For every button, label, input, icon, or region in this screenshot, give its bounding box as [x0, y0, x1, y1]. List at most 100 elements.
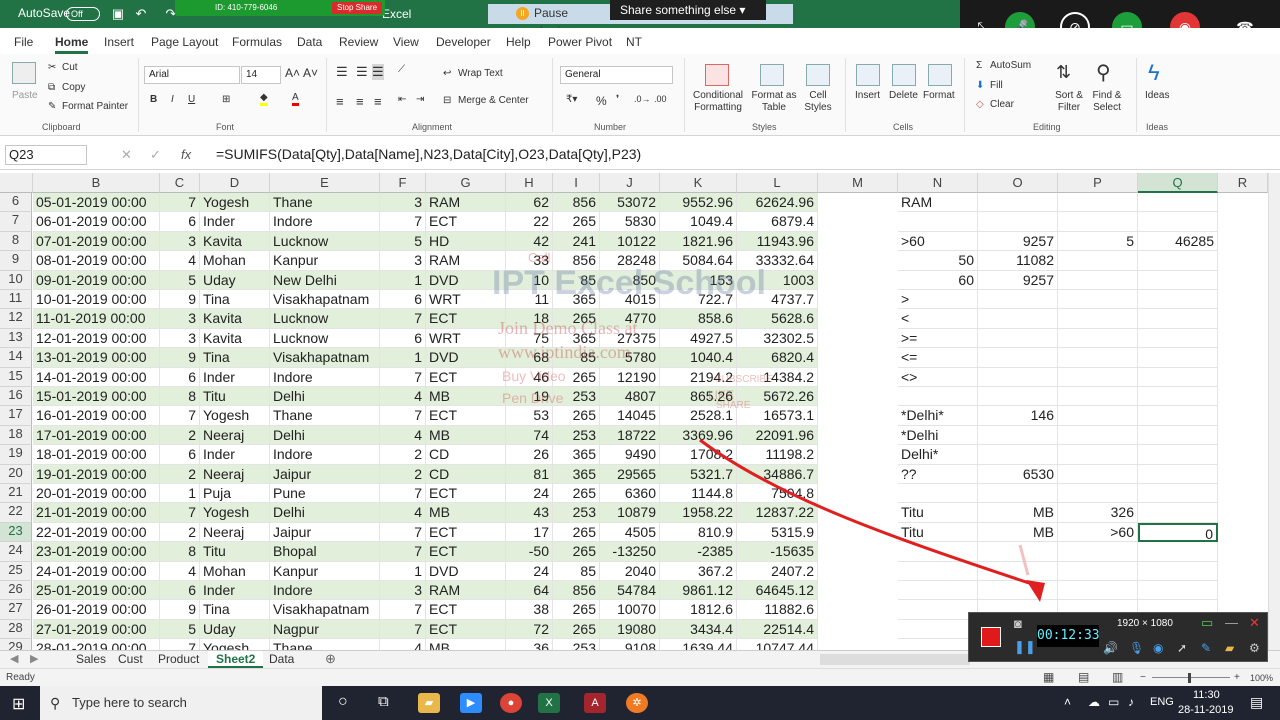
cell-k19[interactable]: 1708.2 [660, 445, 737, 465]
column-header-f[interactable]: F [380, 173, 426, 193]
pause-sharing-button[interactable]: Pause sharing [510, 4, 610, 38]
cell-e13[interactable]: Lucknow [270, 328, 380, 349]
cell-p22[interactable]: 326 [1058, 503, 1138, 523]
tab-page-layout[interactable]: Page Layout [151, 35, 218, 49]
percent-icon[interactable]: % [596, 94, 607, 108]
cell-j24[interactable]: -13250 [600, 542, 660, 562]
cell-q15[interactable] [1138, 367, 1218, 387]
cell-j20[interactable]: 29565 [600, 464, 660, 484]
tab-formulas[interactable]: Formulas [232, 35, 282, 49]
cell-j18[interactable]: 18722 [600, 425, 660, 446]
cell-j23[interactable]: 4505 [600, 522, 660, 543]
cell-q26[interactable] [1138, 581, 1218, 601]
cell-n6[interactable]: RAM [898, 193, 978, 213]
cell-i27[interactable]: 265 [553, 600, 600, 620]
cell-q23[interactable]: 0 [1138, 522, 1218, 543]
cell-c12[interactable]: 3 [160, 309, 200, 329]
cut-button[interactable]: Cut [62, 62, 78, 73]
cell-h22[interactable]: 43 [506, 503, 553, 523]
cell-d13[interactable]: Kavita [200, 328, 270, 349]
cell-d16[interactable]: Titu [200, 387, 270, 407]
cell-h29[interactable]: 36 [506, 639, 553, 650]
cell-g21[interactable]: ECT [426, 484, 506, 504]
cell-q7[interactable] [1138, 212, 1218, 232]
cell-q17[interactable] [1138, 406, 1218, 426]
cell-e18[interactable]: Delhi [270, 425, 380, 446]
cell-c17[interactable]: 7 [160, 406, 200, 426]
cell-n18[interactable]: *Delhi [898, 425, 978, 446]
cell-n24[interactable] [898, 542, 978, 562]
cell-n26[interactable] [898, 581, 978, 601]
row-header[interactable]: 16 [0, 387, 32, 407]
cell-k27[interactable]: 1812.6 [660, 600, 737, 620]
clock-date[interactable]: 28-11-2019 [1178, 704, 1233, 716]
cell-c18[interactable]: 2 [160, 425, 200, 446]
cell-f8[interactable]: 5 [380, 231, 426, 252]
cell-n9[interactable]: 50 [898, 251, 978, 271]
cell-c9[interactable]: 4 [160, 251, 200, 271]
cell-p21[interactable] [1058, 484, 1138, 504]
format-as-table-button[interactable]: Format as Table [748, 90, 800, 114]
mic-icon[interactable]: 🎙 [1129, 641, 1144, 655]
cell-p25[interactable] [1058, 561, 1138, 581]
cell-l17[interactable]: 16573.1 [737, 406, 818, 426]
cell-l28[interactable]: 22514.4 [737, 619, 818, 640]
cell-o17[interactable]: 146 [978, 406, 1058, 426]
cell-c28[interactable]: 5 [160, 619, 200, 640]
cell-c8[interactable]: 3 [160, 231, 200, 252]
cell-q22[interactable] [1138, 503, 1218, 523]
row-header[interactable]: 25 [0, 561, 32, 581]
cell-l27[interactable]: 11882.6 [737, 600, 818, 620]
cell-k23[interactable]: 810.9 [660, 522, 737, 543]
align-right-icon[interactable]: ≡ [374, 94, 382, 109]
indent-icon[interactable]: ⇤ [398, 94, 406, 105]
column-header-l[interactable]: L [737, 173, 818, 193]
cell-g12[interactable]: ECT [426, 309, 506, 329]
cell-e7[interactable]: Indore [270, 212, 380, 232]
number-format-dropdown[interactable]: General [560, 66, 673, 84]
cell-l22[interactable]: 12837.22 [737, 503, 818, 523]
cell-j29[interactable]: 9108 [600, 639, 660, 650]
column-header-r[interactable]: R [1218, 173, 1268, 193]
cell-g17[interactable]: ECT [426, 406, 506, 426]
cell-j11[interactable]: 4015 [600, 290, 660, 310]
cell-n11[interactable]: > [898, 290, 978, 310]
cell-h7[interactable]: 22 [506, 212, 553, 232]
align-left-icon[interactable]: ≡ [336, 94, 344, 109]
cell-n10[interactable]: 60 [898, 270, 978, 290]
cell-f23[interactable]: 7 [380, 522, 426, 543]
cell-d27[interactable]: Tina [200, 600, 270, 620]
cell-g8[interactable]: HD [426, 231, 506, 252]
cell-f6[interactable]: 3 [380, 193, 426, 213]
network-icon[interactable]: ▭ [1108, 695, 1119, 709]
cell-c25[interactable]: 4 [160, 561, 200, 581]
find-select-button[interactable]: Find & Select [1088, 90, 1126, 114]
cell-c14[interactable]: 9 [160, 348, 200, 368]
cell-l10[interactable]: 1003 [737, 270, 818, 290]
language-indicator[interactable]: ENG [1150, 696, 1174, 708]
cell-d12[interactable]: Kavita [200, 309, 270, 329]
cell-e15[interactable]: Indore [270, 367, 380, 387]
cell-d11[interactable]: Tina [200, 290, 270, 310]
cell-q19[interactable] [1138, 445, 1218, 465]
cell-b17[interactable]: 16-01-2019 00:00 [33, 406, 160, 426]
cell-d7[interactable]: Inder [200, 212, 270, 232]
cell-p26[interactable] [1058, 581, 1138, 601]
paste-button[interactable]: Paste [12, 90, 38, 101]
taskbar-search-input[interactable]: ⚲ Type here to search [40, 686, 322, 720]
cell-g19[interactable]: CD [426, 445, 506, 465]
cell-i16[interactable]: 253 [553, 387, 600, 407]
cell-c16[interactable]: 8 [160, 387, 200, 407]
share-something-else-button[interactable]: Share something else ▾ [610, 0, 766, 20]
cell-c11[interactable]: 9 [160, 290, 200, 310]
settings-icon[interactable]: ⚙ [1249, 641, 1260, 655]
cell-k15[interactable]: 2194.2 [660, 367, 737, 387]
cell-k10[interactable]: 153 [660, 270, 737, 290]
cell-k9[interactable]: 5084.64 [660, 251, 737, 271]
cell-f12[interactable]: 7 [380, 309, 426, 329]
tab-data[interactable]: Data [297, 35, 322, 49]
sheet-tab-cust[interactable]: Cust [110, 651, 151, 668]
cell-c13[interactable]: 3 [160, 328, 200, 349]
column-header-g[interactable]: G [426, 173, 506, 193]
cell-p19[interactable] [1058, 445, 1138, 465]
